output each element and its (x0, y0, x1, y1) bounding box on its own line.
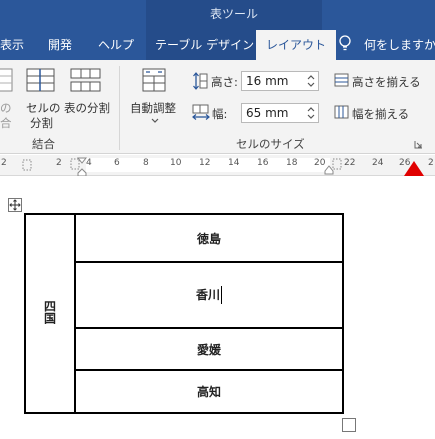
tab-layout[interactable]: レイアウト (256, 30, 337, 60)
tab-help[interactable]: ヘルプ (98, 36, 134, 53)
width-value[interactable]: 65 mm (246, 106, 288, 120)
table-cell[interactable]: 愛媛 (74, 327, 344, 371)
distribute-columns-label[interactable]: 幅を揃える (352, 106, 409, 122)
merge-cells-label-2[interactable]: 合 (0, 115, 12, 131)
ruler-number: 24 (372, 158, 384, 168)
width-label: 幅: (212, 107, 228, 121)
ruler-number: 12 (199, 158, 211, 168)
ruler-number: 22 (344, 158, 356, 168)
merge-cells-icon[interactable] (0, 67, 14, 95)
tab-table-design[interactable]: テーブル デザイン (155, 36, 254, 53)
merge-group-title: 結合 (32, 137, 55, 151)
table-cell[interactable]: 高知 (74, 369, 344, 414)
merged-cell-text: 四国 (42, 300, 57, 324)
autofit-button-label[interactable]: 自動調整 (130, 100, 176, 116)
ruler-number: 2 (428, 158, 434, 168)
split-table-label[interactable]: 表の分割 (64, 100, 110, 116)
ruler-number: 18 (286, 158, 298, 168)
split-cells-icon[interactable] (26, 67, 56, 95)
ruler-number: 6 (114, 158, 120, 168)
right-indent-marker-icon[interactable] (324, 165, 334, 175)
tab-developer[interactable]: 開発 (48, 36, 72, 53)
context-group-title: 表ツール (209, 7, 258, 21)
cell-text: 香川 (195, 287, 220, 302)
split-cells-label-1[interactable]: セルの (26, 100, 61, 116)
spinner-arrows-icon[interactable] (306, 105, 316, 121)
distribute-rows-label[interactable]: 高さを揃える (352, 74, 421, 90)
ruler-number: 2 (56, 158, 62, 168)
indent-marker-icon[interactable] (77, 157, 87, 177)
ruler-number: 8 (143, 158, 149, 168)
ruler-number: 16 (257, 158, 269, 168)
ruler-number: 2 (1, 158, 7, 168)
cell-text: 高知 (196, 385, 221, 399)
lightbulb-icon[interactable] (338, 35, 352, 51)
cell-size-group-title: セルのサイズ (236, 137, 305, 151)
text-cursor (221, 286, 222, 305)
spinner-arrows-icon[interactable] (306, 73, 316, 89)
height-value[interactable]: 16 mm (246, 74, 288, 88)
tab-view[interactable]: 表示 (0, 36, 24, 53)
width-spinner[interactable]: 65 mm (241, 103, 319, 123)
table-cell-merged[interactable]: 四国 (24, 213, 76, 414)
split-cells-label-2[interactable]: 分割 (30, 115, 53, 131)
table-cell[interactable]: 徳島 (74, 213, 344, 263)
height-label: 高さ: (211, 75, 238, 89)
tell-me-search[interactable]: 何をしますか (364, 36, 435, 53)
ruler-number: 10 (170, 158, 182, 168)
group-divider (119, 66, 120, 150)
row-height-icon (193, 72, 208, 90)
table-resize-handle-icon[interactable] (342, 418, 356, 432)
dialog-launcher-icon[interactable] (414, 140, 423, 149)
cell-text: 徳島 (196, 231, 221, 246)
column-width-icon (192, 104, 210, 120)
merge-cells-label-1[interactable]: の (0, 100, 12, 116)
chevron-down-icon[interactable] (151, 118, 159, 124)
table-move-handle-icon[interactable] (8, 198, 22, 212)
shikoku-table[interactable]: 四国 徳島 香川 愛媛 高知 (24, 213, 344, 414)
ruler-number: 14 (228, 158, 240, 168)
distribute-columns-icon[interactable] (334, 105, 349, 119)
split-table-icon[interactable] (70, 67, 102, 95)
cell-text: 愛媛 (196, 342, 221, 357)
autofit-icon[interactable] (141, 67, 167, 95)
table-cell[interactable]: 香川 (74, 261, 344, 329)
distribute-rows-icon[interactable] (334, 73, 349, 87)
column-marker-icon[interactable] (22, 159, 32, 171)
height-spinner[interactable]: 16 mm (241, 71, 319, 91)
